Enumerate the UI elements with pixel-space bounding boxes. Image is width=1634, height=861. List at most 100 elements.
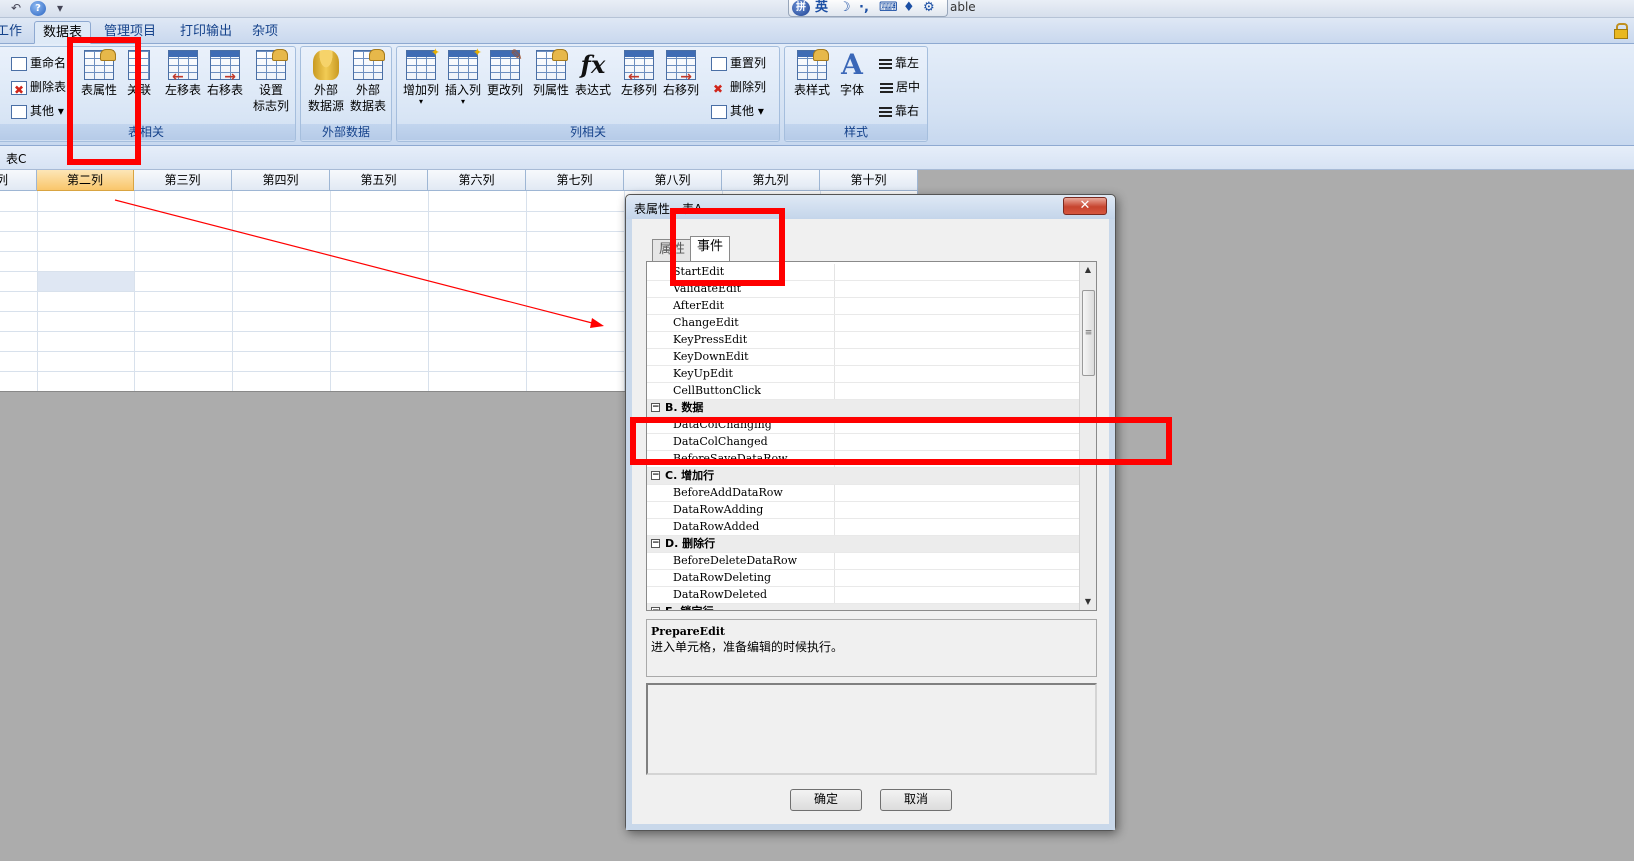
change-column-button[interactable]: 更改列 — [485, 47, 525, 98]
column-header-10[interactable]: 第十列 — [820, 170, 918, 191]
event-name: CellButtonClick — [673, 384, 761, 397]
event-row[interactable]: CellButtonClick — [647, 383, 1080, 400]
ime-voice-icon[interactable]: ♦ — [903, 0, 915, 16]
rename-table-button[interactable]: 重命名 — [11, 53, 66, 73]
event-row[interactable]: DataRowDeleting — [647, 570, 1080, 587]
collapse-icon[interactable]: − — [651, 607, 660, 610]
ime-settings-icon[interactable]: ⚙ — [923, 0, 935, 16]
column-properties-button[interactable]: 列属性 — [531, 49, 571, 98]
event-category[interactable]: − D. 删除行 — [647, 536, 1080, 553]
event-category[interactable]: − B. 数据 — [647, 400, 1080, 417]
insert-column-button[interactable]: 插入列▾ — [443, 45, 483, 106]
event-category[interactable]: − C. 增加行 — [647, 468, 1080, 485]
ime-language-toggle[interactable]: 英 — [815, 0, 828, 16]
font-button[interactable]: A 字体 — [835, 50, 869, 98]
column-properties-icon — [536, 49, 568, 80]
align-left-icon — [879, 58, 892, 69]
event-value-divider — [834, 383, 835, 399]
redo-icon[interactable]: ↶ — [8, 1, 24, 16]
current-table-label: 表C — [6, 152, 27, 166]
table-properties-dialog: 表属性 - 表A ✕ 属性 事件 −E. 锁定行DataRowDeletedDa… — [625, 194, 1116, 831]
delete-column-button[interactable]: 删除列 — [711, 77, 766, 99]
selected-cell[interactable] — [37, 272, 134, 291]
event-name: KeyDownEdit — [673, 350, 749, 363]
event-row[interactable]: ChangeEdit — [647, 315, 1080, 332]
add-column-icon — [406, 45, 440, 80]
event-name: ChangeEdit — [673, 316, 739, 329]
add-column-button[interactable]: 增加列▾ — [401, 45, 441, 106]
event-row[interactable]: KeyUpEdit — [647, 366, 1080, 383]
event-name: D. 删除行 — [665, 537, 716, 550]
event-row[interactable]: KeyPressEdit — [647, 332, 1080, 349]
column-header-7[interactable]: 第七列 — [526, 170, 624, 191]
collapse-icon[interactable]: − — [651, 471, 660, 480]
table-style-button[interactable]: 表样式 — [791, 49, 833, 98]
cancel-button[interactable]: 取消 — [880, 789, 952, 811]
column-header-6[interactable]: 第六列 — [428, 170, 526, 191]
delete-table-button[interactable]: 删除表 — [11, 77, 66, 100]
event-value-divider — [834, 587, 835, 603]
move-table-left-button[interactable]: 左移表 — [163, 50, 203, 98]
tab-work[interactable]: 工作 — [0, 21, 30, 44]
font-icon: A — [841, 48, 863, 81]
reset-column-icon — [711, 56, 727, 71]
scroll-up-icon[interactable]: ▲ — [1080, 262, 1096, 278]
description-text: 进入单元格，准备编辑的时候执行。 — [651, 640, 844, 654]
event-row[interactable]: DataRowAdding — [647, 502, 1080, 519]
event-value-divider — [834, 298, 835, 314]
event-value-divider — [834, 332, 835, 348]
move-table-right-button[interactable]: 右移表 — [205, 50, 245, 98]
collapse-icon[interactable]: − — [651, 539, 660, 548]
ok-button[interactable]: 确定 — [790, 789, 862, 811]
quick-access-dropdown-icon[interactable]: ▾ — [52, 1, 68, 16]
event-name: B. 数据 — [665, 401, 704, 414]
event-row[interactable]: AfterEdit — [647, 298, 1080, 315]
event-row[interactable]: DataRowDeleted — [647, 587, 1080, 604]
ime-logo-icon[interactable]: 拼 — [792, 0, 810, 16]
table-other-button[interactable]: 其他 ▾ — [11, 101, 64, 121]
event-value-divider — [834, 570, 835, 586]
event-row[interactable]: KeyDownEdit — [647, 349, 1080, 366]
scroll-thumb[interactable]: ≡ — [1082, 290, 1095, 376]
event-category[interactable]: − E. 锁定行 — [647, 604, 1080, 610]
code-editor[interactable] — [646, 683, 1097, 775]
align-center-button[interactable]: 居中 — [879, 77, 920, 97]
lock-icon[interactable] — [1614, 23, 1628, 39]
set-flag-column-button[interactable]: 设置 标志列 — [251, 49, 291, 114]
external-datatable-button[interactable]: 外部 数据表 — [349, 49, 387, 114]
ime-keyboard-icon[interactable]: ⌨ — [879, 0, 898, 16]
event-value-divider — [834, 519, 835, 535]
event-row[interactable]: DataRowAdded — [647, 519, 1080, 536]
group-label-external: 外部数据 — [301, 124, 391, 140]
column-other-icon — [711, 104, 727, 119]
ime-punctuation-icon[interactable]: ·, — [859, 0, 869, 16]
column-header-9[interactable]: 第九列 — [722, 170, 820, 191]
group-column: 增加列▾ 插入列▾ 更改列 列属性 fx表达式 左移列 右移列 重置列 删除列 … — [396, 45, 780, 142]
column-header-8[interactable]: 第八列 — [624, 170, 722, 191]
reset-column-button[interactable]: 重置列 — [711, 53, 766, 73]
column-header-3[interactable]: 第三列 — [134, 170, 232, 191]
ime-moon-icon[interactable]: ☽ — [839, 0, 851, 16]
align-right-button[interactable]: 靠右 — [879, 101, 919, 121]
collapse-icon[interactable]: − — [651, 403, 660, 412]
tab-misc[interactable]: 杂项 — [244, 21, 286, 44]
column-other-button[interactable]: 其他 ▾ — [711, 101, 764, 121]
scroll-down-icon[interactable]: ▼ — [1080, 594, 1096, 610]
close-icon[interactable]: ✕ — [1063, 197, 1107, 215]
expression-button[interactable]: fx 表达式 — [573, 50, 613, 98]
tab-print-output[interactable]: 打印输出 — [172, 21, 240, 44]
column-header-5[interactable]: 第五列 — [330, 170, 428, 191]
align-left-button[interactable]: 靠左 — [879, 53, 919, 73]
column-header-4[interactable]: 第四列 — [232, 170, 330, 191]
group-external-data: 外部 数据源 外部 数据表 外部数据 — [300, 46, 392, 142]
column-header-2[interactable]: 第二列 — [37, 170, 134, 191]
move-column-right-button[interactable]: 右移列 — [661, 50, 701, 98]
event-row[interactable]: BeforeAddDataRow — [647, 485, 1080, 502]
help-icon[interactable]: ? — [30, 1, 46, 16]
event-row[interactable]: BeforeDeleteDataRow — [647, 553, 1080, 570]
event-value-divider — [834, 485, 835, 501]
move-column-left-button[interactable]: 左移列 — [619, 50, 659, 98]
column-header-1[interactable]: 列 — [0, 170, 37, 191]
event-name: DataRowAdding — [673, 503, 764, 516]
external-datasource-button[interactable]: 外部 数据源 — [307, 50, 345, 114]
